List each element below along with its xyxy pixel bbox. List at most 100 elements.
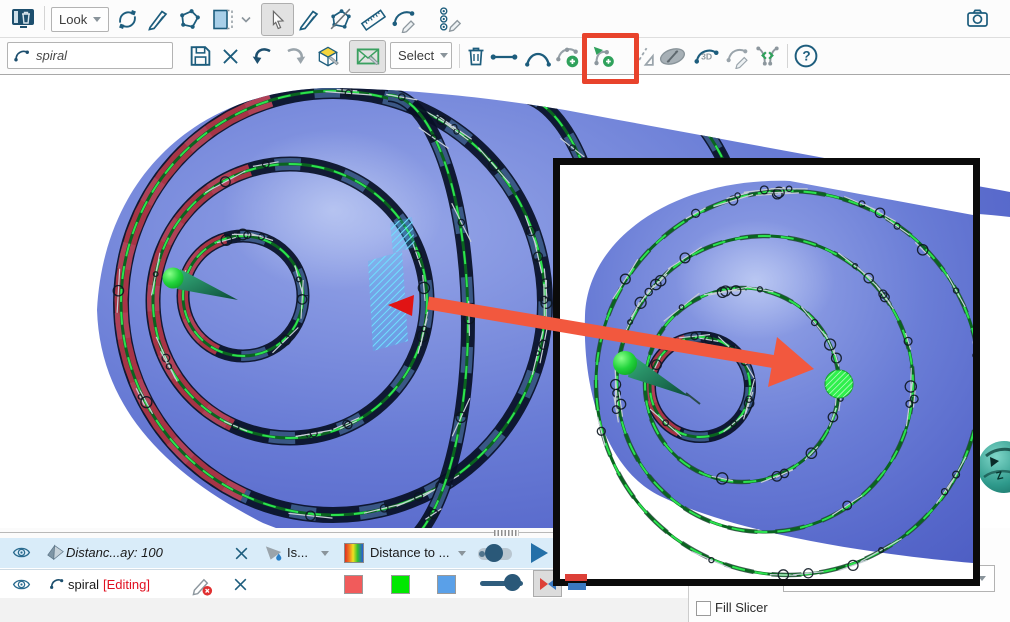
specular-highlight xyxy=(223,130,443,290)
undo-icon xyxy=(250,44,276,70)
panel-footer xyxy=(0,598,688,622)
closed-polyline-button[interactable] xyxy=(177,7,202,37)
cancel-button[interactable] xyxy=(220,46,241,72)
look-dropdown[interactable]: Look xyxy=(51,7,109,32)
start-point-marker xyxy=(613,351,637,375)
divider xyxy=(459,44,460,68)
arc-icon xyxy=(524,47,552,68)
clipping-box-button[interactable] xyxy=(211,7,251,37)
draw-curve-button[interactable] xyxy=(146,7,170,37)
color-swatch-red[interactable] xyxy=(344,575,363,594)
free-draw-icon xyxy=(297,7,321,32)
replace-curve-button[interactable] xyxy=(115,7,140,37)
zoom-callout xyxy=(553,158,980,586)
compare-button[interactable] xyxy=(632,44,657,74)
edit-mesh-button[interactable] xyxy=(349,40,386,73)
curve-icon xyxy=(48,576,66,592)
edit-box-icon xyxy=(315,43,341,69)
edit-points-icon xyxy=(437,6,464,33)
curve-3d-button[interactable]: 3D xyxy=(693,43,720,74)
app-window: Look xyxy=(0,0,1010,622)
chevron-down-icon xyxy=(458,551,466,556)
curve-3d-label: 3D xyxy=(701,51,712,61)
curve-3d-icon: 3D xyxy=(693,43,720,69)
visibility-eye-icon[interactable] xyxy=(11,575,32,594)
insert-point-icon xyxy=(590,43,616,69)
chevron-down-icon xyxy=(440,53,448,58)
split-curve-button[interactable] xyxy=(754,43,781,74)
zoom-callout-scene xyxy=(560,165,973,579)
save-button[interactable] xyxy=(188,43,213,74)
curve-name: spiral xyxy=(68,570,99,599)
segment-icon xyxy=(490,48,518,66)
edit-curve-button[interactable] xyxy=(391,7,418,38)
hatched-selection-patch xyxy=(390,217,415,253)
undo-button[interactable] xyxy=(250,44,276,75)
play-icon[interactable] xyxy=(531,543,548,563)
nav-sphere[interactable]: Z xyxy=(978,441,1010,493)
divider xyxy=(44,6,45,30)
split-curve-icon xyxy=(754,43,781,69)
red-bar xyxy=(565,574,587,581)
chevron-down-icon xyxy=(321,551,329,556)
sketch-curve-button[interactable] xyxy=(725,44,751,74)
edit-mesh-icon xyxy=(355,44,381,70)
chevron-down-icon xyxy=(93,17,101,22)
delete-button[interactable] xyxy=(464,43,488,74)
main-toolbar: Look xyxy=(0,0,1010,38)
save-icon xyxy=(188,43,213,69)
add-curve-point-button[interactable] xyxy=(554,43,580,74)
redo-button[interactable] xyxy=(282,44,308,75)
free-draw-button[interactable] xyxy=(297,7,321,37)
draw-curve-icon xyxy=(146,7,170,32)
line-width-slider-knob[interactable] xyxy=(504,574,521,591)
close-icon[interactable] xyxy=(232,576,249,593)
edit-curve-icon xyxy=(391,7,418,33)
polyline-slash-button[interactable] xyxy=(328,7,353,37)
color-swatch-green[interactable] xyxy=(391,575,410,594)
edit-points-button[interactable] xyxy=(437,6,464,38)
sketch-curve-icon xyxy=(725,44,751,69)
select-cursor-icon xyxy=(267,9,289,31)
measure-ruler-button[interactable] xyxy=(360,7,386,37)
select-cursor-button[interactable] xyxy=(261,3,294,36)
delete-icon xyxy=(464,43,488,69)
colormap-dropdown[interactable]: Distance to ... xyxy=(370,538,449,568)
opacity-toggle-knob[interactable] xyxy=(485,544,503,562)
edit-box-button[interactable] xyxy=(311,40,345,71)
panel-drag-handle[interactable] xyxy=(494,530,519,536)
slicer-disc-button[interactable] xyxy=(658,44,687,74)
delete-display-button[interactable] xyxy=(7,4,39,32)
segment-button[interactable] xyxy=(490,48,518,71)
editing-status-badge: [Editing] xyxy=(103,570,150,599)
edit-toolbar: Select xyxy=(0,38,1010,75)
inserted-point-hatch xyxy=(825,370,853,398)
help-button[interactable]: ? xyxy=(793,43,819,74)
select-dropdown[interactable]: Select xyxy=(390,42,452,69)
select-dropdown-label: Select xyxy=(398,48,434,63)
display-delete-icon xyxy=(10,6,36,30)
start-point-marker xyxy=(163,268,184,289)
color-swatch-blue[interactable] xyxy=(437,575,456,594)
screenshot-button[interactable] xyxy=(965,6,990,35)
slicer-disc-icon xyxy=(658,44,687,69)
stop-editing-icon[interactable] xyxy=(191,574,214,597)
insert-point-button[interactable] xyxy=(590,43,616,74)
inspection-icon xyxy=(46,543,65,562)
divider xyxy=(787,44,788,68)
fill-slicer-checkbox[interactable] xyxy=(696,601,711,616)
close-icon[interactable] xyxy=(233,545,250,562)
isolines-dropdown[interactable]: Is... xyxy=(287,538,308,568)
add-curve-point-icon xyxy=(554,43,580,69)
help-label: ? xyxy=(802,49,810,64)
close-icon xyxy=(220,46,241,67)
fill-slicer-label: Fill Slicer xyxy=(715,600,768,615)
visibility-eye-icon[interactable] xyxy=(11,543,32,562)
clipping-box-icon xyxy=(211,7,251,32)
compare-icon xyxy=(632,44,657,69)
arc-button[interactable] xyxy=(524,47,552,73)
screenshot-camera-icon xyxy=(965,6,990,30)
measure-ruler-icon xyxy=(360,7,386,32)
redo-icon xyxy=(282,44,308,70)
polyline-slash-icon xyxy=(328,7,353,32)
